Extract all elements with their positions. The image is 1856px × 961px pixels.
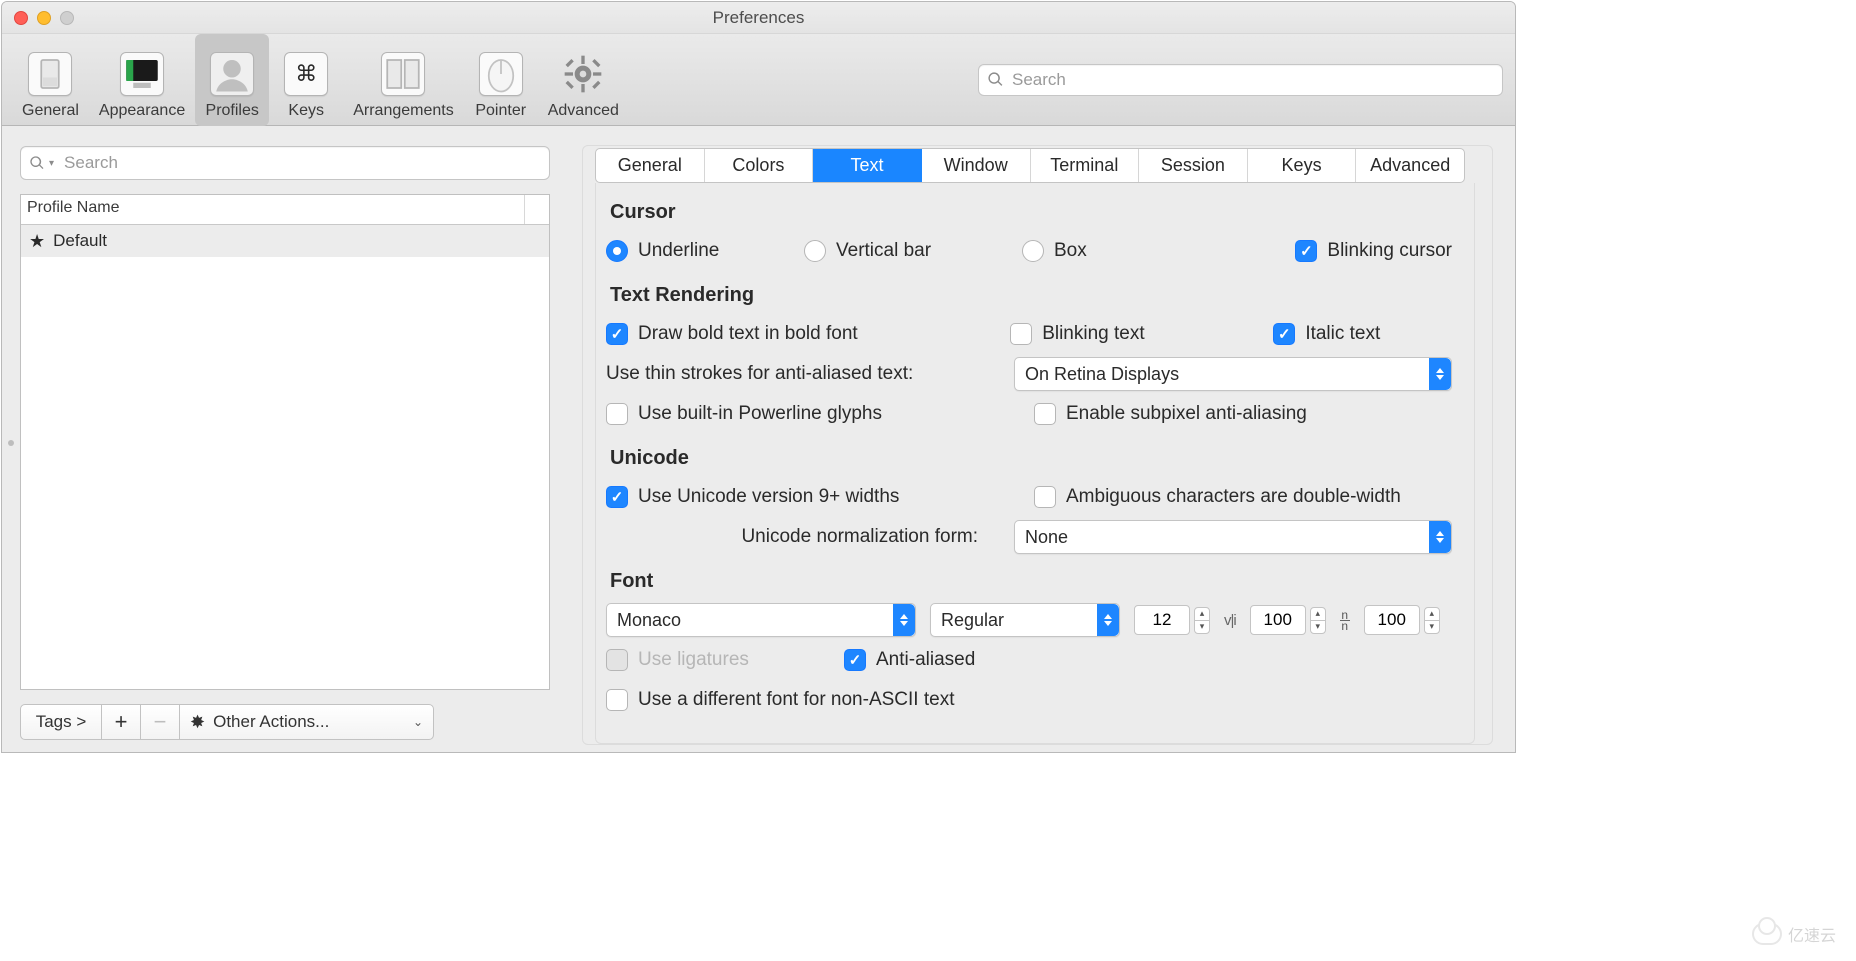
hspacing-stepper[interactable]: ▴▾	[1250, 605, 1326, 635]
powerline-checkbox[interactable]: Use built-in Powerline glyphs	[606, 403, 1006, 425]
chevron-down-icon: ⌄	[413, 715, 423, 729]
blinking-cursor-checkbox[interactable]: Blinking cursor	[1295, 240, 1452, 262]
stepper-arrows-icon[interactable]: ▴▾	[1194, 607, 1210, 634]
toolbar-item-keys[interactable]: ⌘ Keys	[269, 34, 343, 126]
subtab-terminal[interactable]: Terminal	[1031, 149, 1140, 182]
close-window-button[interactable]	[14, 11, 28, 25]
antialiased-checkbox[interactable]: Anti-aliased	[844, 649, 975, 671]
drag-indicator-icon	[8, 440, 14, 446]
profile-table-body[interactable]: ★ Default	[21, 225, 549, 689]
profile-search-input[interactable]	[62, 152, 541, 174]
advanced-icon	[561, 52, 605, 96]
subtab-window[interactable]: Window	[922, 149, 1031, 182]
traffic-lights	[14, 11, 74, 25]
profiles-sidebar: ▾ Profile Name ★ Default Tags > + −	[2, 126, 568, 753]
cursor-underline-radio[interactable]: Underline	[606, 240, 776, 262]
text-rendering-section-title: Text Rendering	[610, 284, 1452, 307]
subtab-colors[interactable]: Colors	[705, 149, 814, 182]
subtab-keys[interactable]: Keys	[1248, 149, 1357, 182]
remove-profile-button[interactable]: −	[140, 704, 180, 740]
profile-name-header[interactable]: Profile Name	[21, 195, 525, 224]
subtab-session[interactable]: Session	[1139, 149, 1248, 182]
subtab-text[interactable]: Text	[813, 149, 922, 182]
profile-search[interactable]: ▾	[20, 146, 550, 180]
window-title: Preferences	[2, 8, 1515, 28]
toolbar-item-advanced[interactable]: Advanced	[538, 34, 629, 126]
profile-subtabs: General Colors Text Window Terminal Sess…	[595, 148, 1465, 183]
profile-row-name: Default	[53, 231, 107, 251]
vspacing-icon: nn	[1340, 610, 1350, 631]
watermark: 亿速云	[1752, 922, 1836, 946]
stepper-arrows-icon[interactable]: ▴▾	[1424, 607, 1440, 634]
ligatures-checkbox: Use ligatures	[606, 649, 816, 671]
subtab-advanced[interactable]: Advanced	[1356, 149, 1464, 182]
toolbar-search[interactable]	[978, 64, 1503, 96]
search-icon	[987, 71, 1004, 88]
ambiguous-width-checkbox[interactable]: Ambiguous characters are double-width	[1034, 486, 1401, 508]
thin-strokes-label: Use thin strokes for anti-aliased text:	[606, 363, 986, 385]
cursor-box-radio[interactable]: Box	[1022, 240, 1222, 262]
preferences-window: Preferences General Appearance Profiles …	[1, 1, 1516, 753]
cursor-section-title: Cursor	[610, 201, 1452, 224]
nonascii-font-checkbox[interactable]: Use a different font for non-ASCII text	[606, 689, 954, 711]
unicode-9-checkbox[interactable]: Use Unicode version 9+ widths	[606, 486, 1006, 508]
toolbar-item-profiles[interactable]: Profiles	[195, 34, 269, 126]
profile-table: Profile Name ★ Default	[20, 194, 550, 690]
draw-bold-checkbox[interactable]: Draw bold text in bold font	[606, 323, 982, 345]
font-section-title: Font	[610, 570, 1452, 593]
star-icon: ★	[29, 231, 45, 252]
vspacing-stepper[interactable]: ▴▾	[1364, 605, 1440, 635]
thin-strokes-popup[interactable]: On Retina Displays	[1014, 357, 1452, 391]
other-actions-button[interactable]: ✸ Other Actions... ⌄	[179, 704, 434, 740]
subtab-general[interactable]: General	[596, 149, 705, 182]
toolbar-item-general[interactable]: General	[12, 34, 89, 126]
text-settings: Cursor Underline Vertical bar Box Blinki…	[595, 183, 1475, 744]
cloud-icon	[1752, 923, 1782, 945]
popup-arrows-icon	[1097, 604, 1119, 636]
search-icon	[29, 155, 45, 171]
profile-detail-panel: General Colors Text Window Terminal Sess…	[568, 126, 1515, 753]
general-icon	[28, 52, 72, 96]
popup-arrows-icon	[893, 604, 915, 636]
profile-row-default[interactable]: ★ Default	[21, 225, 549, 257]
unicode-norm-popup[interactable]: None	[1014, 520, 1452, 554]
toolbar-item-arrangements[interactable]: Arrangements	[343, 34, 464, 126]
font-style-popup[interactable]: Regular	[930, 603, 1120, 637]
cursor-vertical-radio[interactable]: Vertical bar	[804, 240, 994, 262]
hspacing-icon: v|i	[1224, 612, 1236, 629]
preferences-toolbar: General Appearance Profiles ⌘ Keys Arran…	[2, 34, 1515, 126]
arrangements-icon	[381, 52, 425, 96]
zoom-window-button[interactable]	[60, 11, 74, 25]
profiles-icon	[210, 52, 254, 96]
blinking-text-checkbox[interactable]: Blinking text	[1010, 323, 1245, 345]
pointer-icon	[479, 52, 523, 96]
italic-text-checkbox[interactable]: Italic text	[1273, 323, 1452, 345]
keys-icon: ⌘	[284, 52, 328, 96]
profile-table-header: Profile Name	[21, 195, 549, 225]
toolbar-item-appearance[interactable]: Appearance	[89, 34, 195, 126]
tags-button[interactable]: Tags >	[20, 704, 102, 740]
titlebar: Preferences	[2, 2, 1515, 34]
toolbar-item-pointer[interactable]: Pointer	[464, 34, 538, 126]
font-family-popup[interactable]: Monaco	[606, 603, 916, 637]
popup-arrows-icon	[1429, 358, 1451, 390]
toolbar-search-input[interactable]	[1010, 69, 1494, 91]
hspacing-input[interactable]	[1250, 605, 1306, 635]
font-size-stepper[interactable]: ▴▾	[1134, 605, 1210, 635]
chevron-down-icon[interactable]: ▾	[49, 158, 54, 169]
font-size-input[interactable]	[1134, 605, 1190, 635]
unicode-norm-label: Unicode normalization form:	[606, 526, 986, 548]
profile-extra-col[interactable]	[525, 195, 549, 224]
add-profile-button[interactable]: +	[101, 704, 141, 740]
subpixel-checkbox[interactable]: Enable subpixel anti-aliasing	[1034, 403, 1307, 425]
stepper-arrows-icon[interactable]: ▴▾	[1310, 607, 1326, 634]
minimize-window-button[interactable]	[37, 11, 51, 25]
profiles-footer: Tags > + − ✸ Other Actions... ⌄	[20, 704, 550, 740]
unicode-section-title: Unicode	[610, 447, 1452, 470]
vspacing-input[interactable]	[1364, 605, 1420, 635]
popup-arrows-icon	[1429, 521, 1451, 553]
appearance-icon	[120, 52, 164, 96]
gear-icon: ✸	[190, 712, 205, 733]
